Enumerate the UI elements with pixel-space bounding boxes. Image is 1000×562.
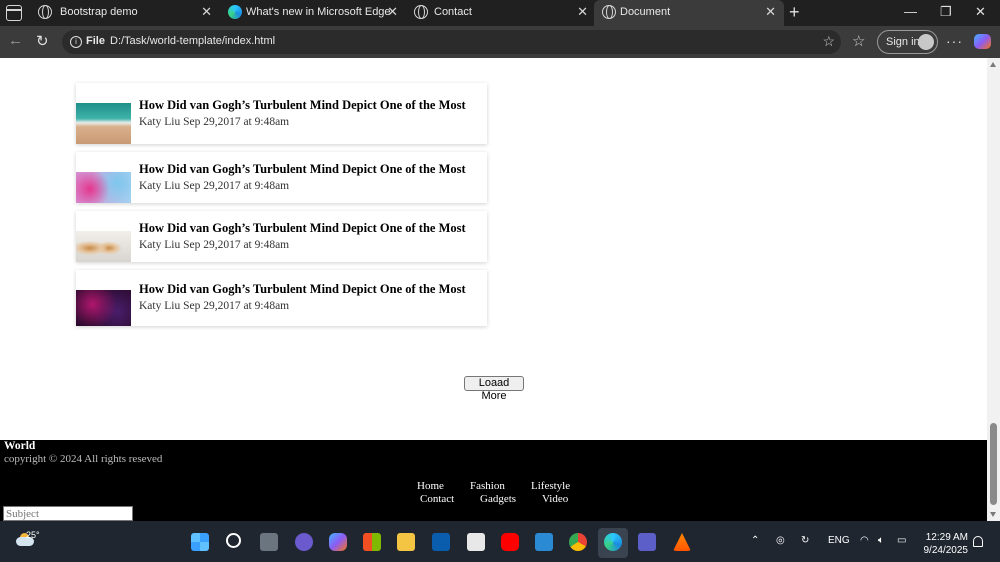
teams-icon[interactable] <box>638 533 656 551</box>
clock-date: 9/24/2025 <box>923 545 969 556</box>
load-more-button[interactable]: Loaad More <box>464 376 524 402</box>
minimize-icon[interactable]: — <box>904 4 917 19</box>
task-view-icon[interactable] <box>260 533 278 551</box>
store-icon[interactable] <box>363 533 381 551</box>
footer-link-video[interactable]: Video <box>542 493 568 505</box>
vlc-icon[interactable] <box>673 533 691 551</box>
article-meta: Katy Liu Sep 29,2017 at 9:48am <box>139 116 290 128</box>
info-icon[interactable]: i <box>70 36 82 48</box>
avatar <box>918 34 934 50</box>
start-icon[interactable] <box>191 533 209 551</box>
volume-icon[interactable]: 🔈︎ <box>878 535 884 546</box>
close-window-icon[interactable]: ✕ <box>975 4 986 20</box>
scroll-down-icon[interactable] <box>990 512 996 517</box>
footer-link-gadgets[interactable]: Gadgets <box>480 493 516 505</box>
tab-actions-icon[interactable] <box>6 5 22 21</box>
new-tab-icon[interactable]: + <box>789 2 800 23</box>
tab-title: What's new in Microsoft Edge <box>246 6 391 18</box>
more-menu-icon[interactable]: ··· <box>946 33 963 49</box>
address-bar[interactable]: i File D:/Task/world-template/index.html… <box>62 30 841 54</box>
close-tab-icon[interactable]: ✕ <box>577 4 588 20</box>
back-icon[interactable]: ← <box>8 32 23 49</box>
tab-microsoft-edge[interactable]: What's new in Microsoft Edge ✕ <box>220 0 406 26</box>
tab-contact[interactable]: Contact ✕ <box>406 0 596 26</box>
article-meta: Katy Liu Sep 29,2017 at 9:48am <box>139 300 290 312</box>
article-card[interactable]: How Did van Gogh’s Turbulent Mind Depict… <box>76 152 487 203</box>
windows-taskbar: 25° ⌃ ◎ ↻ ENG ◠ 🔈︎ ▭ 12:29 AM 9/24/2025 <box>0 521 1000 562</box>
globe-icon <box>38 5 52 19</box>
search-icon[interactable] <box>226 533 241 548</box>
article-card[interactable]: How Did van Gogh’s Turbulent Mind Depict… <box>76 211 487 262</box>
coffee-thumbnail <box>76 231 131 262</box>
copilot-app-icon[interactable] <box>329 533 347 551</box>
sync-icon[interactable]: ◎ <box>776 535 785 546</box>
vscode-icon[interactable] <box>535 533 553 551</box>
footer-brand: World <box>4 440 36 452</box>
article-title[interactable]: How Did van Gogh’s Turbulent Mind Depict… <box>139 98 466 113</box>
sign-in-button[interactable]: Sign in <box>877 30 938 54</box>
globe-icon <box>602 5 616 19</box>
wifi-icon[interactable]: ◠ <box>860 535 869 546</box>
file-explorer-icon[interactable] <box>397 533 415 551</box>
chevron-up-icon[interactable]: ⌃ <box>751 535 759 546</box>
sign-in-label: Sign in <box>886 36 920 48</box>
close-tab-icon[interactable]: ✕ <box>387 4 398 20</box>
favorite-star-icon[interactable]: ☆ <box>822 33 835 50</box>
scrollbar-thumb[interactable] <box>990 423 997 505</box>
article-title[interactable]: How Did van Gogh’s Turbulent Mind Depict… <box>139 282 466 297</box>
article-card[interactable]: How Did van Gogh’s Turbulent Mind Depict… <box>76 83 487 144</box>
browser-toolbar: ← ↻ i File D:/Task/world-template/index.… <box>0 26 1000 58</box>
purple-texture-thumbnail <box>76 290 131 326</box>
url-text[interactable]: D:/Task/world-template/index.html <box>110 35 275 47</box>
subject-input[interactable] <box>3 506 133 521</box>
copilot-icon[interactable] <box>974 34 991 49</box>
battery-icon[interactable]: ▭ <box>897 535 906 546</box>
edge-icon <box>228 5 242 19</box>
tab-strip: Bootstrap demo ✕ What's new in Microsoft… <box>0 0 1000 26</box>
tab-title: Contact <box>434 6 472 18</box>
notification-bell-icon[interactable] <box>973 536 983 547</box>
footer-link-home[interactable]: Home <box>417 480 444 492</box>
chrome-icon[interactable] <box>569 533 587 551</box>
youtube-icon[interactable] <box>501 533 519 551</box>
chat-icon[interactable] <box>295 533 313 551</box>
beach-thumbnail <box>76 103 131 144</box>
language-indicator[interactable]: ENG <box>828 535 850 546</box>
app-icon[interactable] <box>432 533 450 551</box>
article-title[interactable]: How Did van Gogh’s Turbulent Mind Depict… <box>139 162 466 177</box>
article-meta: Katy Liu Sep 29,2017 at 9:48am <box>139 180 290 192</box>
close-tab-icon[interactable]: ✕ <box>765 4 776 20</box>
weather-temperature: 25° <box>26 530 40 540</box>
snipping-tool-icon[interactable] <box>467 533 485 551</box>
article-meta: Katy Liu Sep 29,2017 at 9:48am <box>139 239 290 251</box>
footer-link-fashion[interactable]: Fashion <box>470 480 505 492</box>
footer-link-contact[interactable]: Contact <box>420 493 454 505</box>
page-viewport: How Did van Gogh’s Turbulent Mind Depict… <box>0 58 1000 521</box>
restore-icon[interactable]: ❐ <box>940 4 952 20</box>
clock-time: 12:29 AM <box>925 532 968 543</box>
tab-bootstrap-demo[interactable]: Bootstrap demo ✕ <box>30 0 220 26</box>
page-scrollbar[interactable] <box>987 58 1000 521</box>
article-title[interactable]: How Did van Gogh’s Turbulent Mind Depict… <box>139 221 466 236</box>
tab-document[interactable]: Document ✕ <box>594 0 784 26</box>
favorites-icon[interactable]: ☆ <box>852 32 865 50</box>
url-scheme: File <box>86 35 105 47</box>
update-icon[interactable]: ↻ <box>801 535 809 546</box>
footer-link-lifestyle[interactable]: Lifestyle <box>531 480 570 492</box>
edge-taskbar-icon[interactable] <box>604 533 622 551</box>
article-card[interactable]: How Did van Gogh’s Turbulent Mind Depict… <box>76 270 487 326</box>
refresh-icon[interactable]: ↻ <box>36 32 49 50</box>
system-clock[interactable]: 12:29 AM 9/24/2025 <box>920 531 969 557</box>
close-tab-icon[interactable]: ✕ <box>201 4 212 20</box>
globe-icon <box>414 5 428 19</box>
pink-smoke-thumbnail <box>76 172 131 203</box>
footer: World copyright © 2024 All rights reseve… <box>0 440 987 521</box>
tab-title: Document <box>620 6 671 18</box>
scroll-up-icon[interactable] <box>990 62 996 67</box>
tab-title: Bootstrap demo <box>60 6 138 18</box>
copyright-text: copyright © 2024 All rights reseved <box>4 453 163 465</box>
